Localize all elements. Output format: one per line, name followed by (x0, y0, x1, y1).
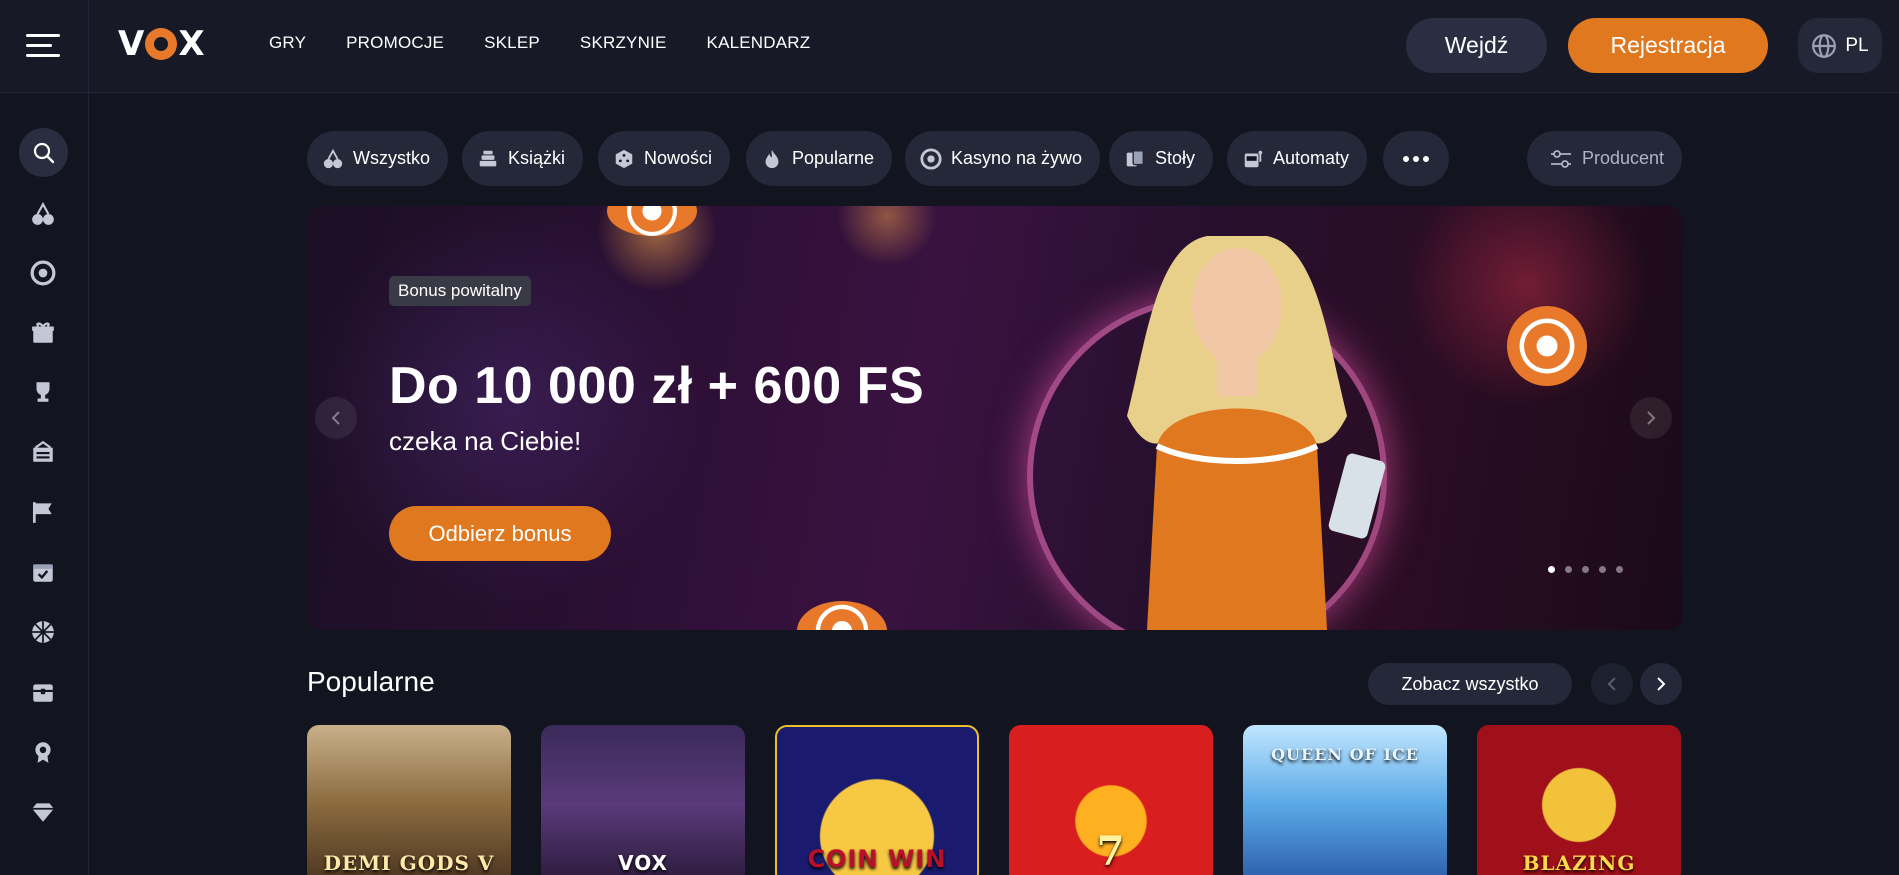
slot-machine-icon (1244, 150, 1263, 167)
category-ksiazki[interactable]: Książki (462, 131, 584, 186)
game-title: VOX (618, 851, 668, 875)
category-label: Automaty (1273, 148, 1350, 168)
slide-dot[interactable] (1616, 566, 1623, 573)
category-stoly[interactable]: Stoły (1109, 131, 1214, 186)
diamond-icon[interactable] (28, 797, 58, 827)
trophy-icon[interactable] (28, 377, 58, 407)
more-icon (1403, 155, 1429, 162)
slide-dot[interactable] (1565, 566, 1572, 573)
language-code: PL (1845, 34, 1869, 56)
game-tile-sevens[interactable]: 7 (1009, 725, 1213, 875)
category-label: Wszystko (353, 148, 431, 168)
category-nowosci[interactable]: Nowości (598, 131, 731, 186)
popular-prev-button[interactable] (1591, 663, 1633, 705)
language-button[interactable]: PL (1798, 18, 1882, 73)
producer-label: Producent (1582, 148, 1665, 168)
race-flag-icon[interactable] (28, 497, 58, 527)
search-icon (33, 142, 54, 163)
game-tile-coin-win[interactable]: COIN WIN (775, 725, 979, 875)
nav-kalendarz[interactable]: KALENDARZ (707, 33, 811, 53)
globe-icon (1812, 33, 1837, 58)
calendar-check-icon[interactable] (28, 557, 58, 587)
game-title: DEMI GODS V (323, 851, 495, 875)
game-tile-vox[interactable]: VOX (541, 725, 745, 875)
nav-promocje[interactable]: PROMOCJE (346, 33, 444, 53)
gift-icon[interactable] (28, 318, 58, 348)
dice-icon (615, 149, 633, 168)
category-popularne[interactable]: Popularne (746, 131, 893, 186)
sliders-icon (1551, 149, 1571, 168)
menu-icon[interactable] (26, 32, 60, 60)
sidebar-divider (88, 0, 89, 875)
game-tile-queen-of-ice[interactable]: QUEEN OF ICE (1243, 725, 1447, 875)
top-bar: VX GRY PROMOCJE SKLEP SKRZYNIE KALENDARZ… (0, 0, 1899, 93)
roulette-icon (920, 147, 942, 170)
game-title: 7 (1096, 828, 1126, 875)
category-label: Stoły (1155, 148, 1196, 168)
chevron-right-icon (1657, 677, 1666, 691)
cards-icon (1126, 149, 1144, 166)
popular-section-title: Popularne (307, 666, 435, 697)
banner-background (307, 206, 1682, 630)
game-tile-blazing[interactable]: BLAZING (1477, 725, 1681, 875)
nav-skrzynie[interactable]: SKRZYNIE (580, 33, 667, 53)
category-wszystko[interactable]: Wszystko (307, 131, 449, 186)
fire-icon (765, 149, 779, 168)
nav-gry[interactable]: GRY (269, 33, 306, 53)
slide-dot[interactable] (1582, 566, 1589, 573)
cherries-icon (323, 148, 343, 168)
chevron-left-icon (1607, 677, 1616, 691)
category-label: Książki (508, 148, 566, 168)
poker-chip-image (1507, 306, 1587, 386)
slide-indicators (1548, 566, 1623, 573)
roulette-icon[interactable] (28, 258, 58, 288)
cherries-icon[interactable] (28, 199, 58, 229)
category-kasyno-na-zywo[interactable]: Kasyno na żywo (905, 131, 1101, 186)
claim-bonus-button[interactable]: Odbierz bonus (389, 506, 611, 561)
banner-prev-button[interactable] (315, 397, 357, 439)
chevron-left-icon (331, 411, 340, 425)
slide-dot[interactable] (1599, 566, 1606, 573)
sidebar-search-button[interactable] (19, 128, 68, 177)
chest-icon[interactable] (28, 677, 58, 707)
game-title: COIN WIN (807, 845, 947, 873)
banner-next-button[interactable] (1630, 397, 1672, 439)
logo[interactable]: VX (118, 24, 210, 64)
chevron-right-icon (1647, 411, 1656, 425)
category-automaty[interactable]: Automaty (1227, 131, 1368, 186)
slide-dot[interactable] (1548, 566, 1555, 573)
game-tile-demi-gods[interactable]: DEMI GODS V (307, 725, 511, 875)
register-button[interactable]: Rejestracja (1568, 18, 1768, 73)
more-categories-button[interactable] (1383, 131, 1449, 186)
producer-filter-button[interactable]: Producent (1527, 131, 1683, 186)
login-button[interactable]: Wejdź (1406, 18, 1547, 73)
game-title: QUEEN OF ICE (1271, 745, 1419, 764)
game-title: BLAZING (1522, 851, 1636, 875)
banner-headline: Do 10 000 zł + 600 FS (389, 357, 925, 415)
wheel-icon[interactable] (28, 617, 58, 647)
books-icon (479, 150, 497, 166)
hostess-image (1127, 236, 1386, 630)
popular-next-button[interactable] (1640, 663, 1682, 705)
banner-subline: czeka na Ciebie! (389, 426, 582, 456)
badge-icon[interactable] (28, 737, 58, 767)
category-label: Kasyno na żywo (951, 148, 1083, 168)
main-nav: GRY PROMOCJE SKLEP SKRZYNIE KALENDARZ (269, 33, 850, 53)
category-label: Popularne (792, 148, 875, 168)
category-label: Nowości (644, 148, 713, 168)
ticket-icon[interactable] (28, 437, 58, 467)
nav-sklep[interactable]: SKLEP (484, 33, 540, 53)
promo-banner[interactable]: Bonus powitalny Do 10 000 zł + 600 FS cz… (307, 206, 1682, 630)
bonus-badge: Bonus powitalny (389, 276, 531, 306)
see-all-button[interactable]: Zobacz wszystko (1368, 663, 1572, 705)
